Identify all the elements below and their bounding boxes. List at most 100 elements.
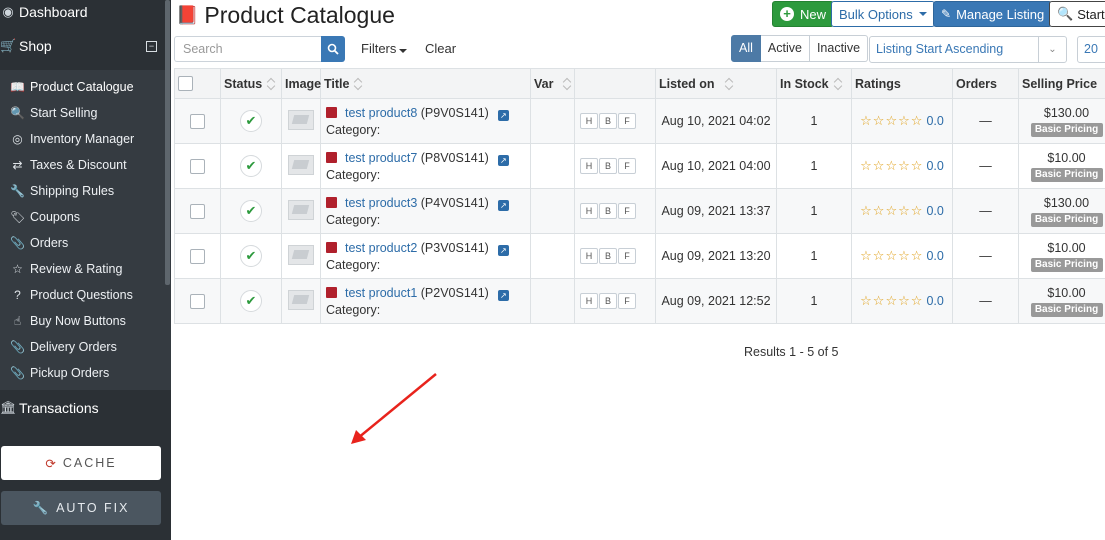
product-thumbnail[interactable] [288, 154, 314, 175]
auto-fix-button[interactable]: 🔧 AUTO FIX [1, 491, 161, 525]
external-link-icon[interactable]: ↗ [497, 199, 509, 211]
product-thumbnail[interactable] [288, 289, 314, 310]
sidebar-item-shipping-rules[interactable]: 🔧 Shipping Rules [10, 180, 114, 202]
hbf-f-button[interactable]: F [618, 248, 636, 264]
status-inactive-button[interactable]: Inactive [809, 35, 869, 62]
select-all-checkbox[interactable] [178, 76, 193, 92]
col-title[interactable]: Title [320, 68, 531, 99]
rating-value[interactable]: 0.0 [926, 294, 943, 308]
ratings-cell: ☆☆☆☆☆ 0.0 [851, 143, 953, 189]
product-name-link[interactable]: test product7 [345, 151, 417, 165]
external-link-icon[interactable]: ↗ [497, 154, 509, 166]
row-checkbox[interactable] [190, 293, 205, 309]
manage-listing-button[interactable]: ✎ Manage Listing [933, 1, 1053, 27]
hbf-b-button[interactable]: B [599, 293, 617, 309]
product-name-link[interactable]: test product1 [345, 286, 417, 300]
rating-value[interactable]: 0.0 [926, 204, 943, 218]
sidebar-item-orders[interactable]: 📎 Orders [10, 232, 68, 254]
product-name-link[interactable]: test product3 [345, 196, 417, 210]
status-all-button[interactable]: All [731, 35, 761, 62]
paperclip-icon: 📎 [10, 236, 25, 250]
sidebar-item-dashboard[interactable]: ◉ Dashboard [0, 0, 87, 24]
product-thumbnail[interactable] [288, 199, 314, 220]
row-select-cell [174, 143, 221, 189]
external-link-icon[interactable]: ↗ [497, 109, 509, 121]
ratings-cell: ☆☆☆☆☆ 0.0 [851, 278, 953, 324]
bank-icon: 🏛 [0, 400, 17, 415]
external-link-icon[interactable]: ↗ [497, 289, 509, 301]
hbf-b-button[interactable]: B [599, 203, 617, 219]
col-in-stock[interactable]: In Stock [776, 68, 852, 99]
status-active-button[interactable]: Active [760, 35, 810, 62]
category-label: Category: [326, 167, 381, 182]
product-thumbnail[interactable] [288, 244, 314, 265]
new-button[interactable]: + New [772, 1, 835, 27]
sidebar-item-transactions[interactable]: 🏛 Transactions [0, 396, 99, 420]
rating-value[interactable]: 0.0 [926, 114, 943, 128]
hbf-h-button[interactable]: H [580, 113, 598, 129]
orders-cell: — [952, 233, 1019, 279]
check-icon[interactable]: ✔ [240, 200, 262, 222]
pricing-badge: Basic Pricing [1030, 257, 1103, 272]
hbf-h-button[interactable]: H [580, 248, 598, 264]
col-var[interactable]: Var [530, 68, 575, 99]
collapse-icon[interactable]: − [146, 41, 157, 52]
product-name-link[interactable]: test product2 [345, 241, 417, 255]
search-button[interactable] [321, 36, 345, 62]
sidebar-item-start-selling[interactable]: 🔍 Start Selling [10, 102, 97, 124]
col-hbf [574, 68, 656, 99]
search-input[interactable] [174, 36, 321, 62]
sidebar-item-coupons[interactable]: 🏷 Coupons [10, 206, 80, 228]
sidebar-item-buy-now-buttons[interactable]: ☝ Buy Now Buttons [10, 310, 126, 332]
bulk-options-button[interactable]: Bulk Options [831, 1, 935, 27]
check-icon[interactable]: ✔ [240, 245, 262, 267]
price-value: $10.00 [1047, 150, 1086, 165]
check-icon[interactable]: ✔ [240, 155, 262, 177]
question-icon: ? [14, 288, 21, 302]
hbf-cell: HBF [574, 143, 656, 189]
external-link-icon[interactable]: ↗ [497, 244, 509, 256]
clear-button[interactable]: Clear [425, 41, 456, 56]
sort-select[interactable]: Listing Start Ascending ⌄ [869, 36, 1067, 63]
row-checkbox[interactable] [190, 203, 205, 219]
sidebar-item-inventory-manager[interactable]: ◎ Inventory Manager [10, 128, 134, 150]
hbf-f-button[interactable]: F [618, 203, 636, 219]
sidebar-item-review-rating[interactable]: ☆ Review & Rating [10, 258, 122, 280]
sidebar-item-taxes-discount[interactable]: ⇄ Taxes & Discount [10, 154, 126, 176]
product-name-link[interactable]: test product8 [345, 106, 417, 120]
hbf-b-button[interactable]: B [599, 158, 617, 174]
sidebar-item-delivery-orders[interactable]: 📎 Delivery Orders [10, 336, 117, 358]
row-checkbox[interactable] [190, 158, 205, 174]
product-code: (P3V0S141) [420, 240, 489, 255]
filters-dropdown[interactable]: Filters [361, 41, 408, 56]
check-icon[interactable]: ✔ [240, 290, 262, 312]
start-selling-button[interactable]: 🔍 Start S [1049, 1, 1105, 27]
search-icon: 🔍 [10, 106, 25, 120]
hbf-f-button[interactable]: F [618, 113, 636, 129]
cube-icon [326, 286, 337, 298]
hbf-b-button[interactable]: B [599, 113, 617, 129]
col-status[interactable]: Status [220, 68, 282, 99]
hbf-f-button[interactable]: F [618, 293, 636, 309]
rating-value[interactable]: 0.0 [926, 159, 943, 173]
row-checkbox[interactable] [190, 113, 205, 129]
row-checkbox[interactable] [190, 248, 205, 264]
sidebar-item-shop[interactable]: 🛒 Shop − [0, 34, 171, 60]
sidebar-item-product-catalogue[interactable]: 📖 Product Catalogue [10, 76, 134, 98]
hbf-f-button[interactable]: F [618, 158, 636, 174]
hbf-h-button[interactable]: H [580, 203, 598, 219]
check-icon[interactable]: ✔ [240, 110, 262, 132]
image-cell [281, 278, 321, 324]
hbf-b-button[interactable]: B [599, 248, 617, 264]
sidebar-scrollbar[interactable] [165, 0, 170, 285]
hbf-h-button[interactable]: H [580, 158, 598, 174]
cache-button[interactable]: ⟳ CACHE [1, 446, 161, 480]
rating-value[interactable]: 0.0 [926, 249, 943, 263]
product-thumbnail[interactable] [288, 109, 314, 130]
sidebar-item-product-questions[interactable]: ? Product Questions [10, 284, 133, 306]
auto-fix-label: AUTO FIX [56, 501, 130, 515]
col-listed-on[interactable]: Listed on [655, 68, 777, 99]
sidebar-item-pickup-orders[interactable]: 📎 Pickup Orders [10, 362, 109, 384]
per-page-select[interactable]: 20 [1077, 36, 1105, 63]
hbf-h-button[interactable]: H [580, 293, 598, 309]
